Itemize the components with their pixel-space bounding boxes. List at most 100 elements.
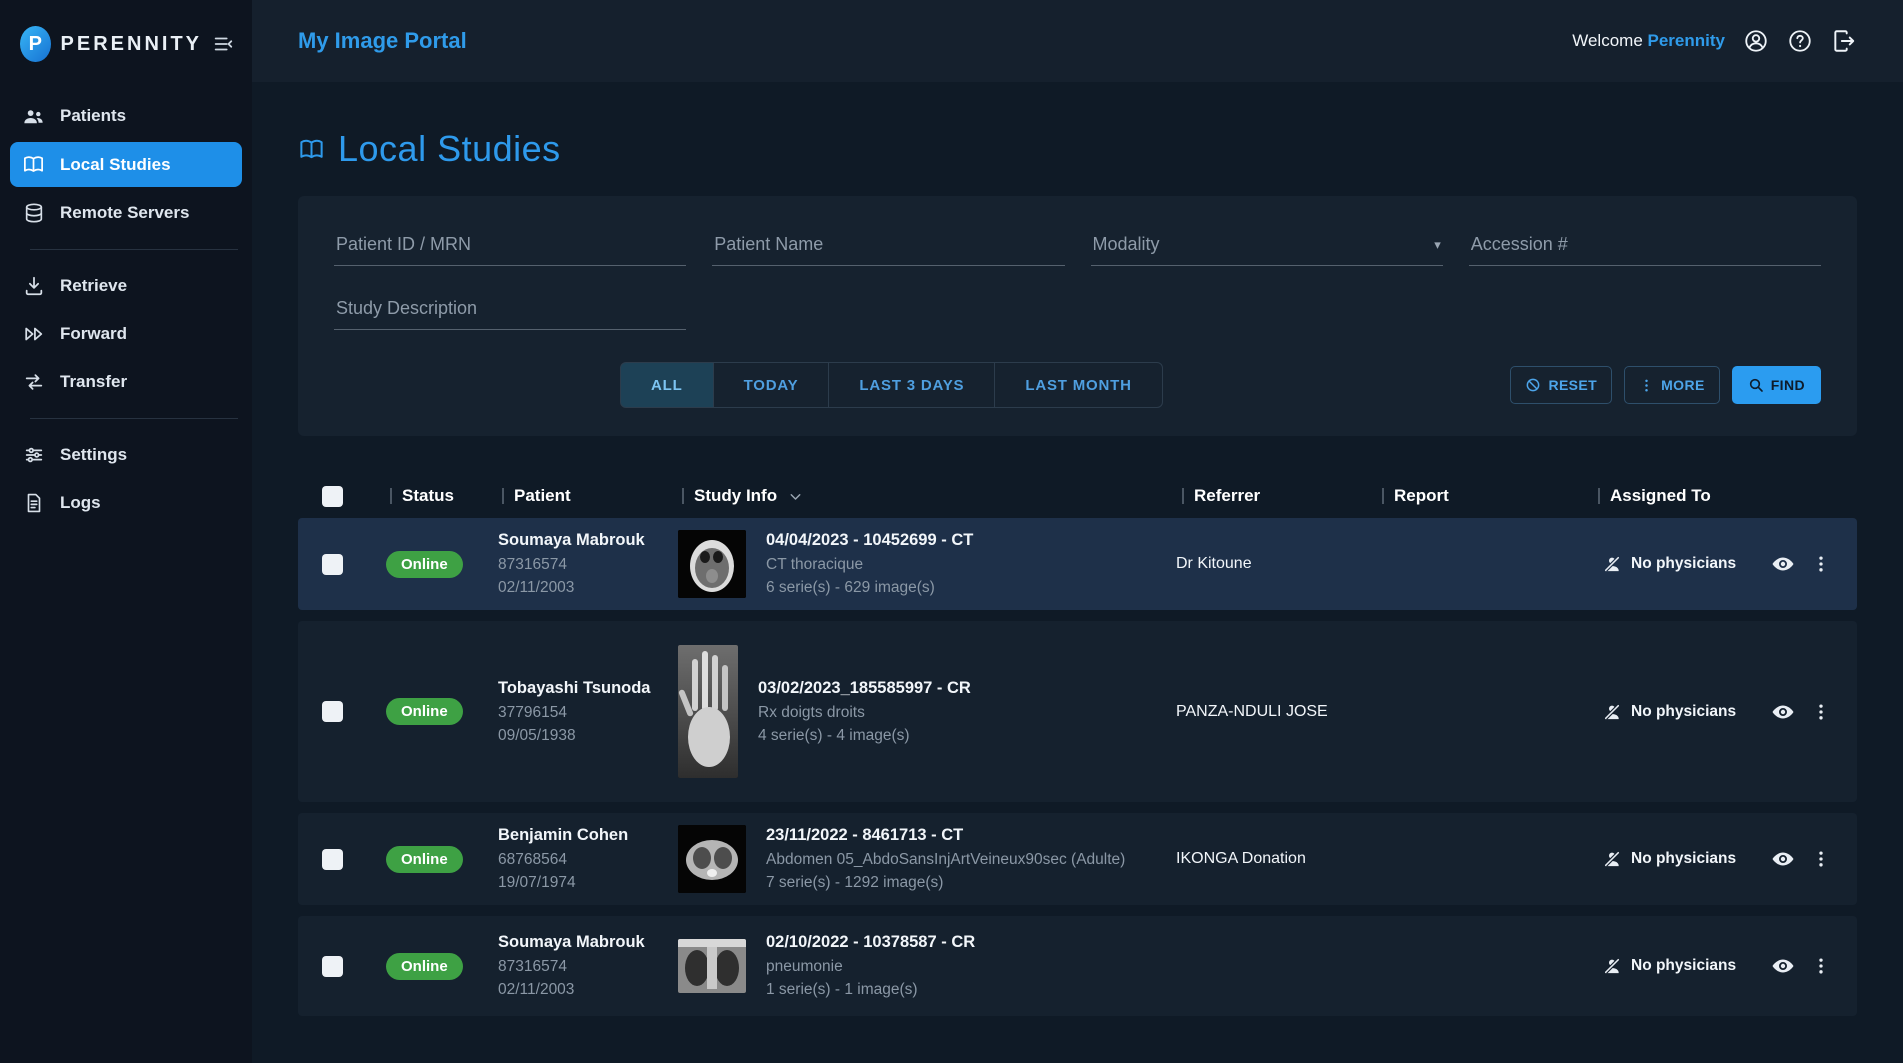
page-title-row: Local Studies bbox=[298, 128, 1857, 170]
sidebar-item-local-studies[interactable]: Local Studies bbox=[10, 142, 242, 187]
patient-id-input[interactable] bbox=[334, 226, 687, 266]
study-title: 03/02/2023_185585997 - CR bbox=[758, 678, 971, 697]
patient-dob: 02/11/2003 bbox=[498, 579, 575, 597]
topbar-right: Welcome Perennity bbox=[1572, 28, 1857, 54]
row-actions bbox=[1761, 847, 1857, 871]
row-checkbox[interactable] bbox=[322, 553, 343, 575]
column-divider bbox=[1182, 488, 1184, 504]
perennity-logo-icon: P bbox=[20, 26, 51, 62]
table-header-checkbox-cell bbox=[298, 485, 378, 507]
reset-button[interactable]: RESET bbox=[1510, 366, 1613, 404]
no-physician-icon bbox=[1602, 554, 1622, 574]
study-description: Abdomen 05_AbdoSansInjArtVeineux90sec (A… bbox=[766, 851, 1126, 869]
study-row[interactable]: Online Soumaya Mabrouk 87316574 02/11/20… bbox=[298, 916, 1857, 1016]
eye-icon[interactable] bbox=[1771, 847, 1795, 871]
study-thumbnail[interactable] bbox=[678, 530, 746, 598]
no-physician-icon bbox=[1602, 956, 1622, 976]
transfer-icon bbox=[22, 371, 45, 393]
row-checkbox[interactable] bbox=[322, 701, 343, 722]
find-button[interactable]: FIND bbox=[1731, 366, 1821, 404]
chevron-down-icon[interactable] bbox=[787, 488, 804, 505]
sidebar-divider bbox=[30, 249, 238, 250]
study-title: 23/11/2022 - 8461713 - CT bbox=[766, 826, 964, 845]
study-row[interactable]: Online Tobayashi Tsunoda 37796154 09/05/… bbox=[298, 621, 1857, 802]
kebab-menu-icon[interactable] bbox=[1811, 702, 1831, 722]
sidebar: P PERENNITY Patients Local Studies Remot… bbox=[0, 0, 252, 1063]
patient-cell: Soumaya Mabrouk 87316574 02/11/2003 bbox=[490, 930, 670, 1001]
sidebar-item-settings[interactable]: Settings bbox=[0, 431, 252, 479]
study-description: pneumonie bbox=[766, 958, 843, 976]
sidebar-item-remote-servers[interactable]: Remote Servers bbox=[0, 189, 252, 237]
more-button[interactable]: MORE bbox=[1624, 366, 1720, 404]
main-column: My Image Portal Welcome Perennity Local … bbox=[252, 0, 1903, 1063]
patient-id: 87316574 bbox=[498, 556, 567, 574]
help-icon[interactable] bbox=[1787, 28, 1813, 54]
sidebar-item-logs[interactable]: Logs bbox=[0, 479, 252, 527]
date-filter-all[interactable]: ALL bbox=[620, 362, 714, 408]
kebab-menu-icon[interactable] bbox=[1811, 849, 1831, 869]
logout-icon[interactable] bbox=[1831, 28, 1857, 54]
study-cell: 03/02/2023_185585997 - CR Rx doigts droi… bbox=[670, 645, 1170, 778]
eye-icon[interactable] bbox=[1771, 700, 1795, 724]
modality-select[interactable]: Modality ▾ bbox=[1090, 226, 1443, 266]
patient-name: Soumaya Mabrouk bbox=[498, 933, 645, 952]
search-actions: RESET MORE FIND bbox=[1510, 366, 1821, 404]
column-divider bbox=[390, 488, 392, 504]
menu-collapse-icon[interactable] bbox=[212, 33, 234, 55]
kebab-menu-icon[interactable] bbox=[1811, 956, 1831, 976]
eye-icon[interactable] bbox=[1771, 954, 1795, 978]
date-filter-last-month[interactable]: LAST MONTH bbox=[994, 362, 1163, 408]
date-filter-last-3-days[interactable]: LAST 3 DAYS bbox=[828, 362, 996, 408]
row-checkbox[interactable] bbox=[322, 848, 343, 870]
portal-title: My Image Portal bbox=[298, 28, 467, 53]
column-study-info: Study Info bbox=[670, 486, 1170, 506]
select-all-checkbox[interactable] bbox=[322, 485, 343, 507]
date-range-group: ALL TODAY LAST 3 DAYS LAST MONTH bbox=[620, 362, 1163, 408]
column-divider bbox=[1598, 488, 1600, 504]
accession-input[interactable] bbox=[1468, 226, 1821, 266]
column-label: Status bbox=[402, 486, 454, 505]
assigned-cell: No physicians bbox=[1586, 849, 1761, 869]
sidebar-item-transfer[interactable]: Transfer bbox=[0, 358, 252, 406]
study-thumbnail[interactable] bbox=[678, 939, 746, 993]
study-cell: 04/04/2023 - 10452699 - CT CT thoracique… bbox=[670, 528, 1170, 599]
sidebar-item-label: Settings bbox=[60, 445, 128, 464]
study-counts: 1 serie(s) - 1 image(s) bbox=[766, 981, 918, 999]
sidebar-item-patients[interactable]: Patients bbox=[0, 92, 252, 140]
book-icon bbox=[22, 153, 45, 176]
filter-actions-row: ALL TODAY LAST 3 DAYS LAST MONTH RESET M… bbox=[334, 362, 1821, 408]
assigned-text: No physicians bbox=[1631, 850, 1737, 867]
sidebar-item-retrieve[interactable]: Retrieve bbox=[0, 262, 252, 310]
column-patient: Patient bbox=[490, 486, 670, 506]
settings-sliders-icon bbox=[22, 444, 45, 466]
assigned-text: No physicians bbox=[1631, 957, 1737, 974]
top-header: My Image Portal Welcome Perennity bbox=[252, 0, 1903, 82]
study-thumbnail[interactable] bbox=[678, 825, 746, 893]
patient-id: 37796154 bbox=[498, 703, 567, 721]
study-row[interactable]: Online Benjamin Cohen 68768564 19/07/197… bbox=[298, 813, 1857, 905]
assigned-cell: No physicians bbox=[1586, 702, 1761, 722]
column-label: Patient bbox=[514, 486, 571, 505]
block-icon bbox=[1525, 377, 1541, 393]
row-checkbox[interactable] bbox=[322, 955, 343, 977]
column-label: Study Info bbox=[694, 486, 778, 505]
study-cell: 23/11/2022 - 8461713 - CT Abdomen 05_Abd… bbox=[670, 823, 1170, 894]
kebab-menu-icon[interactable] bbox=[1811, 554, 1831, 574]
fast-forward-icon bbox=[22, 323, 45, 345]
account-icon[interactable] bbox=[1743, 28, 1769, 54]
sidebar-item-forward[interactable]: Forward bbox=[0, 310, 252, 358]
study-row[interactable]: Online Soumaya Mabrouk 87316574 02/11/20… bbox=[298, 518, 1857, 610]
study-description-input[interactable] bbox=[334, 290, 687, 330]
patient-cell: Soumaya Mabrouk 87316574 02/11/2003 bbox=[490, 528, 670, 599]
sidebar-item-label: Local Studies bbox=[60, 154, 171, 174]
table-header: Status Patient Study Info Referrer Repor… bbox=[298, 474, 1857, 518]
content-area: Local Studies Modality ▾ ALL bbox=[252, 82, 1903, 1063]
column-divider bbox=[682, 488, 684, 504]
date-filter-today[interactable]: TODAY bbox=[712, 362, 830, 408]
eye-icon[interactable] bbox=[1771, 552, 1795, 576]
sidebar-item-label: Transfer bbox=[60, 372, 128, 391]
patient-name-input[interactable] bbox=[712, 226, 1065, 266]
study-thumbnail[interactable] bbox=[678, 645, 738, 778]
study-counts: 4 serie(s) - 4 image(s) bbox=[758, 726, 910, 744]
sidebar-item-label: Remote Servers bbox=[60, 203, 190, 222]
